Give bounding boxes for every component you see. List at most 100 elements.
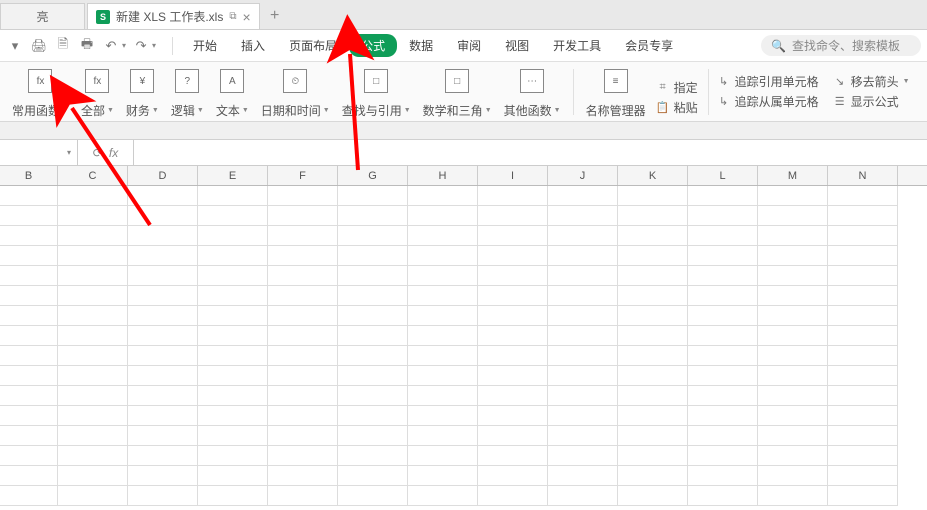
cell[interactable] [408, 246, 478, 266]
cell[interactable] [338, 466, 408, 486]
cell[interactable] [478, 346, 548, 366]
cell[interactable] [128, 486, 198, 506]
cell[interactable] [338, 486, 408, 506]
cell[interactable] [0, 446, 58, 466]
trace-dependents-button[interactable]: ↳追踪从属单元格 [717, 93, 819, 110]
cell[interactable] [548, 246, 618, 266]
cell[interactable] [268, 446, 338, 466]
cell[interactable] [338, 246, 408, 266]
cell[interactable] [338, 186, 408, 206]
cell[interactable] [128, 286, 198, 306]
new-tab-button[interactable]: + [260, 3, 290, 29]
cell[interactable] [478, 446, 548, 466]
cell[interactable] [828, 426, 898, 446]
cell[interactable] [58, 186, 128, 206]
column-header-I[interactable]: I [478, 166, 548, 185]
cell[interactable] [478, 386, 548, 406]
cell[interactable] [828, 206, 898, 226]
tab-page-layout[interactable]: 页面布局 [277, 33, 349, 58]
column-header-F[interactable]: F [268, 166, 338, 185]
cell[interactable] [688, 346, 758, 366]
cell[interactable] [408, 306, 478, 326]
cell[interactable] [828, 246, 898, 266]
tab-view[interactable]: 视图 [493, 33, 541, 58]
cell[interactable] [548, 306, 618, 326]
cell[interactable] [58, 246, 128, 266]
cell[interactable] [548, 486, 618, 506]
cell[interactable] [198, 306, 268, 326]
cell[interactable] [0, 226, 58, 246]
cell[interactable] [688, 206, 758, 226]
cell[interactable] [688, 446, 758, 466]
cell[interactable] [0, 486, 58, 506]
cell[interactable] [268, 226, 338, 246]
cell[interactable] [58, 286, 128, 306]
cell[interactable] [58, 206, 128, 226]
cell[interactable] [688, 326, 758, 346]
cell[interactable] [128, 206, 198, 226]
cell[interactable] [58, 266, 128, 286]
cell[interactable] [618, 206, 688, 226]
cell[interactable] [758, 266, 828, 286]
cell[interactable] [128, 346, 198, 366]
cell[interactable] [478, 406, 548, 426]
prev-tab-truncated[interactable]: 亮 [0, 3, 85, 29]
column-header-L[interactable]: L [688, 166, 758, 185]
cell[interactable] [198, 246, 268, 266]
cell[interactable] [478, 266, 548, 286]
cell[interactable] [268, 346, 338, 366]
window-mode-icon[interactable]: ⧉ [229, 11, 236, 22]
cell[interactable] [128, 406, 198, 426]
cell[interactable] [478, 486, 548, 506]
text-functions-button[interactable]: A 文本▼ [210, 67, 255, 119]
cell[interactable] [758, 206, 828, 226]
cell[interactable] [758, 426, 828, 446]
paste-name-button[interactable]: 📋粘贴 [656, 99, 698, 116]
cell[interactable] [198, 186, 268, 206]
tab-start[interactable]: 开始 [181, 33, 229, 58]
cell[interactable] [758, 366, 828, 386]
cell[interactable] [338, 266, 408, 286]
cell[interactable] [128, 266, 198, 286]
cell[interactable] [758, 326, 828, 346]
formula-input[interactable] [134, 140, 927, 165]
cell[interactable] [0, 366, 58, 386]
cell[interactable] [758, 226, 828, 246]
cell[interactable] [198, 446, 268, 466]
cell[interactable] [0, 386, 58, 406]
cell[interactable] [478, 466, 548, 486]
math-functions-button[interactable]: □ 数学和三角▼ [417, 67, 498, 119]
column-header-H[interactable]: H [408, 166, 478, 185]
undo-dropdown-icon[interactable]: ▾ [122, 41, 126, 50]
redo-icon[interactable]: ↷ [132, 37, 150, 55]
chevron-down-icon[interactable]: ▾ [6, 37, 24, 55]
cell[interactable] [828, 366, 898, 386]
cell[interactable] [478, 366, 548, 386]
cell[interactable] [758, 306, 828, 326]
cell[interactable] [548, 186, 618, 206]
cell[interactable] [758, 446, 828, 466]
reload-icon[interactable]: ⟳ [93, 146, 103, 160]
column-header-J[interactable]: J [548, 166, 618, 185]
cell[interactable] [198, 426, 268, 446]
cell[interactable] [618, 466, 688, 486]
cell[interactable] [268, 386, 338, 406]
cell[interactable] [828, 386, 898, 406]
column-header-D[interactable]: D [128, 166, 198, 185]
cell[interactable] [408, 186, 478, 206]
cell[interactable] [688, 266, 758, 286]
financial-functions-button[interactable]: ¥ 财务▼ [120, 67, 165, 119]
cell[interactable] [268, 246, 338, 266]
cell[interactable] [828, 466, 898, 486]
cell[interactable] [828, 266, 898, 286]
cell[interactable] [548, 286, 618, 306]
cell[interactable] [338, 406, 408, 426]
cell[interactable] [0, 286, 58, 306]
cell[interactable] [548, 326, 618, 346]
cell[interactable] [548, 386, 618, 406]
active-document-tab[interactable]: S 新建 XLS 工作表.xls ⧉ × [87, 3, 260, 29]
column-header-G[interactable]: G [338, 166, 408, 185]
cell[interactable] [338, 206, 408, 226]
cell[interactable] [268, 326, 338, 346]
cell[interactable] [198, 406, 268, 426]
